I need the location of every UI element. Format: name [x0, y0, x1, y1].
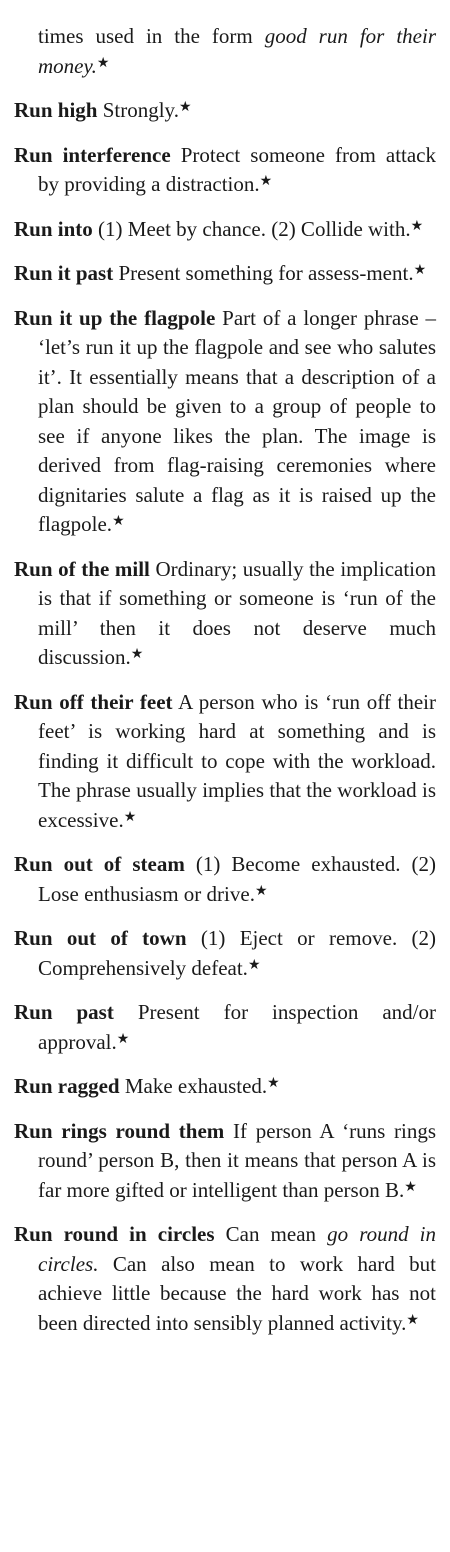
entry-run-it-up-the-flagpole: Run it up the flagpole Part of a longer … [14, 304, 436, 540]
dictionary-page: times used in the form good run for thei… [0, 0, 450, 1552]
entry-run-high: Run high Strongly.★ [14, 96, 436, 126]
entry-term: Run ragged [14, 1074, 120, 1098]
continued-entry-text: times used in the form good run for thei… [38, 24, 436, 78]
entry-term: Run off their feet [14, 689, 173, 714]
entry-run-rings-round-them: Run rings round them If person A ‘runs r… [14, 1117, 436, 1206]
star-icon: ★ [123, 809, 137, 825]
star-icon: ★ [413, 263, 427, 278]
star-icon: ★ [96, 55, 110, 71]
entry-term: Run it up the flagpole [14, 305, 216, 330]
entry-run-into: Run into (1) Meet by chance. (2) Collide… [14, 215, 436, 245]
entry-run-out-of-town: Run out of town (1) Eject or remove. (2)… [14, 924, 436, 983]
star-icon: ★ [130, 647, 144, 662]
star-icon: ★ [410, 218, 424, 234]
star-icon: ★ [254, 883, 268, 899]
star-icon: ★ [406, 1312, 419, 1328]
entry-run-interference: Run interference Protect someone from at… [14, 141, 436, 200]
entry-run-out-of-steam: Run out of steam (1) Become exhausted. (… [14, 850, 436, 909]
entry-definition: Strongly. [102, 98, 179, 122]
entry-run-it-past: Run it past Present something for assess… [14, 259, 436, 289]
entry-definition: Can also mean to work hard but achieve l… [38, 1251, 437, 1335]
entry-definition: Present something for assess-ment. [118, 261, 414, 285]
entry-definition: (1) Meet by chance. (2) Collide with. [98, 216, 411, 241]
entry-run-off-their-feet: Run off their feet A person who is ‘run … [14, 688, 436, 836]
star-icon: ★ [112, 514, 125, 529]
entry-run-of-the-mill: Run of the mill Ordinary; usually the im… [14, 555, 436, 673]
entry-definition: Part of a longer phrase – ‘let’s run it … [38, 305, 436, 537]
star-icon: ★ [247, 957, 261, 973]
entry-definition-intro: Can mean [225, 1222, 317, 1246]
entry-term: Run out of town [14, 926, 187, 950]
entry-term: Run out of steam [14, 852, 185, 876]
star-icon: ★ [404, 1179, 417, 1195]
entry-term: Run past [14, 1000, 114, 1024]
entry-term: Run it past [14, 261, 114, 285]
entry-term: Run rings round them [14, 1118, 225, 1143]
star-icon: ★ [259, 174, 273, 189]
entry-term: Run into [14, 216, 93, 241]
star-icon: ★ [116, 1031, 130, 1047]
entry-term: Run of the mill [14, 556, 150, 581]
entry-term: Run high [14, 98, 98, 122]
entry-run-ragged: Run ragged Make exhausted.★ [14, 1072, 436, 1102]
entry-term: Run round in circles [14, 1222, 215, 1246]
entry-term: Run interference [14, 142, 171, 167]
entry-definition: Make exhausted. [124, 1074, 268, 1098]
entry-run-round-in-circles: Run round in circles Can mean go round i… [14, 1220, 436, 1338]
entry-run-past: Run past Present for inspection and/or a… [14, 998, 436, 1057]
star-icon: ★ [267, 1076, 280, 1091]
star-icon: ★ [178, 100, 192, 115]
